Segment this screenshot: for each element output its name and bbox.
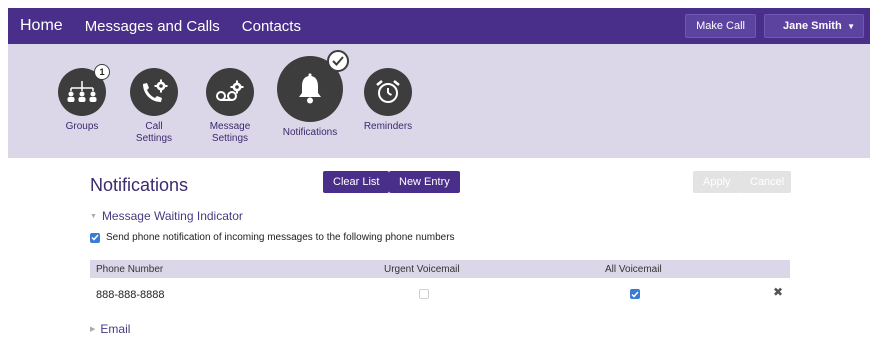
reminders-label: Reminders (363, 121, 413, 132)
check-icon (91, 234, 99, 241)
message-settings-label: Message Settings (209, 121, 251, 144)
bell-icon (299, 73, 321, 104)
reminders-icon-circle[interactable] (364, 68, 412, 116)
phone-number-cell: 888-888-8888 (96, 289, 165, 301)
make-call-button[interactable]: Make Call (685, 14, 756, 38)
groups-icon-circle[interactable]: 1 (58, 64, 110, 116)
user-name: Jane Smith (783, 20, 842, 32)
send-notification-label: Send phone notification of incoming mess… (106, 232, 455, 243)
top-nav-bar: Home Messages and Calls Contacts Make Ca… (8, 8, 870, 44)
message-settings-item[interactable]: Message Settings (200, 68, 260, 145)
alarm-clock-icon (376, 80, 400, 103)
call-settings-icon (143, 79, 168, 102)
nav-home-link[interactable]: Home (20, 17, 63, 35)
delete-row-icon[interactable]: ✖ (773, 285, 783, 299)
all-voicemail-checkbox[interactable] (630, 289, 640, 299)
selected-tab-pointer (295, 150, 315, 158)
nav-contacts-link[interactable]: Contacts (242, 18, 301, 35)
call-settings-item[interactable]: Call Settings (124, 68, 184, 145)
selected-check-icon (327, 50, 349, 72)
topbar-actions: Make Call Jane Smith ▼ (685, 14, 864, 38)
groups-label: Groups (65, 121, 99, 132)
call-settings-icon-circle[interactable] (130, 68, 178, 116)
send-notification-checkbox[interactable] (90, 232, 100, 243)
groups-item[interactable]: 1 Groups (52, 64, 112, 133)
groups-count-badge: 1 (94, 64, 110, 80)
phone-table-header: Phone Number Urgent Voicemail All Voicem… (90, 260, 790, 278)
send-notification-row: Send phone notification of incoming mess… (90, 232, 455, 243)
header-all-voicemail: All Voicemail (605, 264, 662, 275)
apply-button[interactable]: Apply (693, 171, 741, 193)
email-section-title: Email (100, 322, 131, 336)
message-settings-icon-circle[interactable] (206, 68, 254, 116)
mwi-section-toggle[interactable]: ▼ Message Waiting Indicator (90, 209, 243, 223)
header-urgent-voicemail: Urgent Voicemail (384, 264, 460, 275)
notifications-item[interactable]: Notifications (275, 50, 349, 139)
clear-list-button[interactable]: Clear List (323, 171, 390, 193)
header-phone-number: Phone Number (96, 264, 164, 275)
user-menu-button[interactable]: Jane Smith ▼ (764, 14, 864, 38)
message-settings-icon (216, 80, 244, 101)
triangle-down-icon: ▼ (90, 212, 97, 220)
cancel-button[interactable]: Cancel (740, 171, 791, 193)
urgent-voicemail-checkbox[interactable] (419, 289, 429, 299)
page-title: Notifications (90, 175, 189, 195)
caret-down-icon: ▼ (847, 21, 855, 31)
triangle-right-icon: ▶ (90, 326, 96, 333)
notifications-label: Notifications (282, 127, 338, 138)
new-entry-button[interactable]: New Entry (389, 171, 460, 193)
notifications-icon-circle[interactable] (277, 50, 349, 122)
call-settings-label: Call Settings (135, 121, 173, 144)
table-row: 888-888-8888 ✖ (90, 282, 790, 306)
check-icon (631, 291, 639, 298)
reminders-item[interactable]: Reminders (358, 68, 418, 133)
nav-messages-calls-link[interactable]: Messages and Calls (85, 18, 220, 35)
groups-icon (67, 81, 97, 102)
email-section-toggle[interactable]: ▶ Email (90, 322, 130, 336)
settings-icon-band: 1 Groups Call Settings Message Settings … (8, 44, 870, 158)
mwi-section-title: Message Waiting Indicator (101, 209, 243, 223)
